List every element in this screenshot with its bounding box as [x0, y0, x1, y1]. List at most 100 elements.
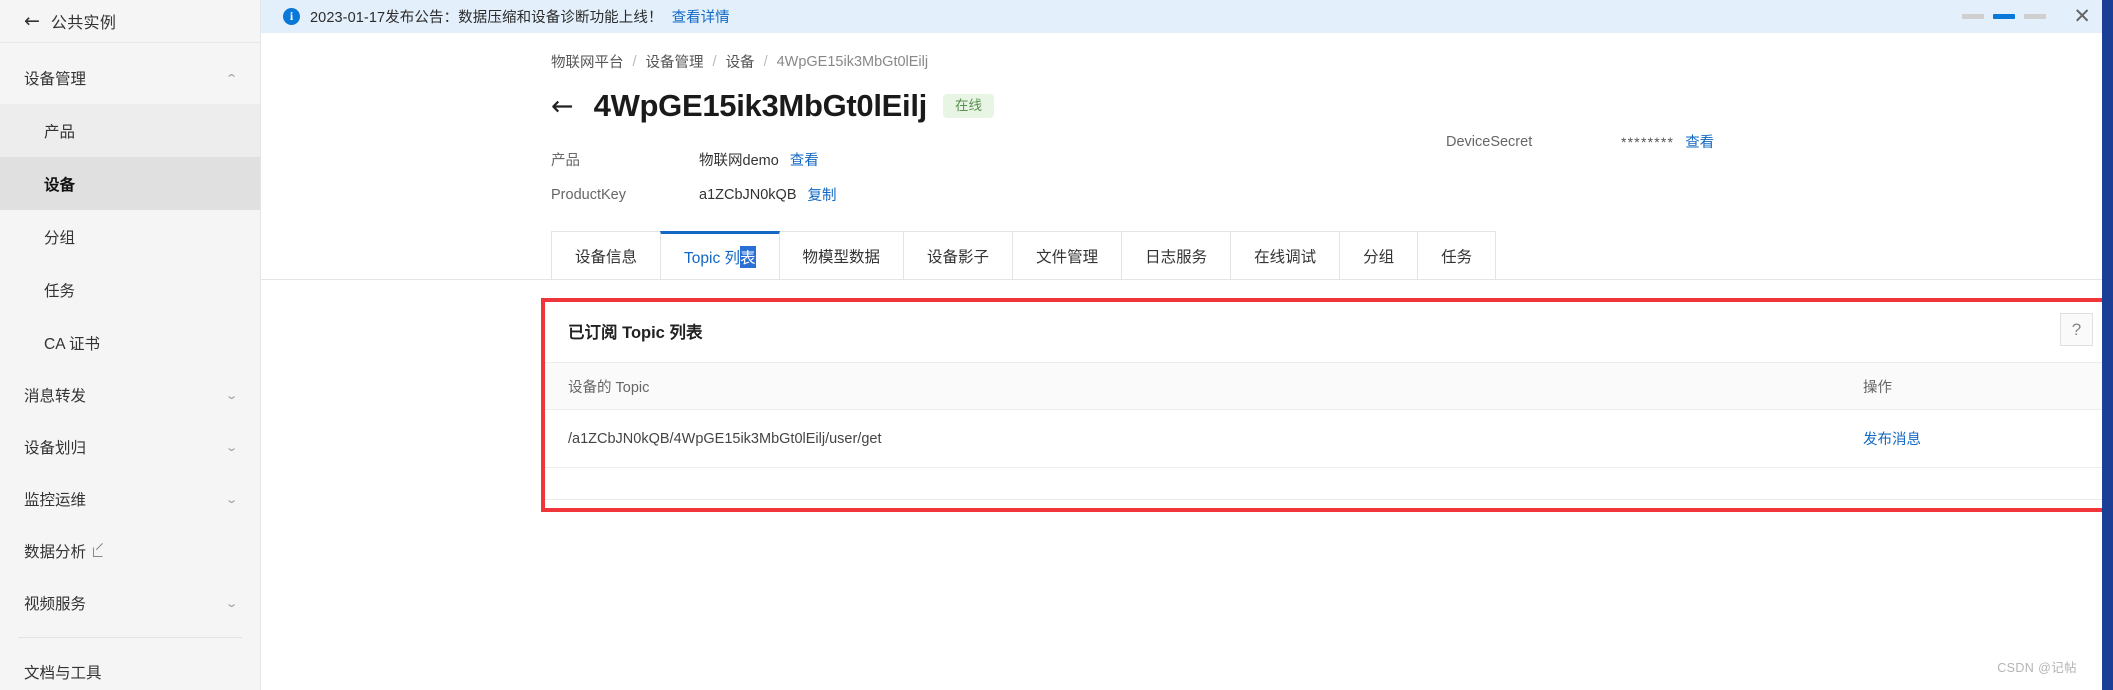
- sidebar-item-label: 设备: [44, 176, 76, 194]
- product-view-link[interactable]: 查看: [790, 149, 819, 170]
- sidebar-group-video-service[interactable]: 视频服务: [0, 577, 260, 629]
- arrow-left-icon[interactable]: ←: [551, 93, 574, 120]
- instance-name-label: 公共实例: [50, 15, 117, 32]
- sidebar-item-data-analysis[interactable]: 数据分析: [0, 525, 260, 577]
- panel-title: 已订阅 Topic 列表: [568, 324, 703, 342]
- devicesecret-value: ********: [1621, 133, 1675, 150]
- sidebar-group-label: 监控运维: [24, 492, 87, 509]
- arrow-left-icon[interactable]: ←: [24, 11, 40, 31]
- tab-label-selected-text: 表: [740, 245, 756, 268]
- sidebar-divider: [18, 637, 242, 638]
- product-label: 产品: [551, 153, 580, 169]
- breadcrumb-item-platform[interactable]: 物联网平台: [551, 51, 624, 72]
- watermark-text: CSDN @记帖: [1997, 661, 2077, 675]
- page-title: 4WpGE15ik3MbGt0lEilj: [593, 88, 928, 123]
- table-header-row: 设备的 Topic 操作: [545, 362, 2113, 410]
- chevron-down-icon: [225, 597, 238, 610]
- sidebar-group-monitoring[interactable]: 监控运维: [0, 473, 260, 525]
- table-row: /a1ZCbJN0kQB/4WpGE15ik3MbGt0lEilj/user/g…: [545, 409, 2113, 468]
- breadcrumb-item-device-management[interactable]: 设备管理: [646, 51, 704, 72]
- tab-label: 设备信息: [575, 248, 638, 266]
- announcement-text: 2023-01-17发布公告：数据压缩和设备诊断功能上线！: [310, 10, 663, 26]
- topic-panel-wrapper: 已订阅 Topic 列表 设备的 Topic 操作 /a1ZCbJN0kQB/4…: [541, 298, 2113, 512]
- info-row-devicesecret: DeviceSecret ******** 查看: [1446, 124, 1714, 159]
- status-badge: 在线: [943, 93, 994, 119]
- tab-label: 任务: [1441, 248, 1473, 266]
- sidebar-item-ca-certificate[interactable]: CA 证书: [0, 316, 260, 369]
- chevron-up-icon: [225, 72, 238, 85]
- tab-tsl-data[interactable]: 物模型数据: [778, 231, 905, 279]
- carousel-dot-1[interactable]: [1962, 14, 1985, 19]
- breadcrumb-separator: /: [632, 53, 637, 70]
- column-header-topic: 设备的 Topic: [545, 362, 1836, 410]
- breadcrumb-separator: /: [712, 53, 717, 70]
- carousel-indicators: [1962, 14, 2047, 19]
- sidebar-item-label: 分组: [44, 229, 76, 247]
- info-row-productkey: ProductKey a1ZCbJN0kQB 复制: [551, 177, 2113, 212]
- productkey-value: a1ZCbJN0kQB: [699, 186, 797, 203]
- devicesecret-view-link[interactable]: 查看: [1685, 131, 1714, 152]
- subscribed-topic-panel: 已订阅 Topic 列表 设备的 Topic 操作 /a1ZCbJN0kQB/4…: [544, 300, 2113, 500]
- tab-log-service[interactable]: 日志服务: [1121, 231, 1232, 279]
- page-scrollbar-thumb[interactable]: [2102, 0, 2113, 690]
- breadcrumb-item-devices[interactable]: 设备: [726, 51, 755, 72]
- external-link-icon: [93, 546, 104, 557]
- sidebar-nav: 设备管理 产品 设备 分组 任务 CA 证书 消息转发: [0, 43, 260, 690]
- close-icon[interactable]: ✕: [2073, 6, 2091, 27]
- tab-label: 分组: [1363, 248, 1395, 266]
- device-info-summary: 产品 物联网demo 查看 ProductKey a1ZCbJN0kQB 复制 …: [261, 124, 2113, 212]
- main-content: i 2023-01-17发布公告：数据压缩和设备诊断功能上线！ 查看详情 ✕ 物…: [261, 0, 2113, 690]
- breadcrumb-item-current: 4WpGE15ik3MbGt0lEilj: [776, 53, 929, 70]
- sidebar-item-jobs[interactable]: 任务: [0, 263, 260, 316]
- tab-file-management[interactable]: 文件管理: [1012, 231, 1123, 279]
- topic-table: 设备的 Topic 操作 /a1ZCbJN0kQB/4WpGE15ik3MbGt…: [545, 362, 2113, 468]
- sidebar-group-device-assignment[interactable]: 设备划归: [0, 421, 260, 473]
- tab-label: 日志服务: [1145, 248, 1208, 266]
- chevron-down-icon: [225, 493, 238, 506]
- sidebar-item-devices[interactable]: 设备: [0, 157, 260, 210]
- tab-online-debug[interactable]: 在线调试: [1230, 231, 1341, 279]
- cell-operation: 发布消息: [1836, 409, 2113, 468]
- instance-switcher[interactable]: ← 公共实例: [0, 0, 260, 43]
- tab-topic-list[interactable]: Topic 列表: [660, 231, 780, 279]
- sidebar-item-groups[interactable]: 分组: [0, 210, 260, 263]
- tab-jobs[interactable]: 任务: [1417, 231, 1497, 279]
- panel-footer-spacer: [545, 468, 2113, 498]
- devicesecret-label: DeviceSecret: [1446, 133, 1533, 150]
- app-root: ← 公共实例 设备管理 产品 设备 分组 任务 CA 证书: [0, 0, 2113, 690]
- publish-message-link[interactable]: 发布消息: [1863, 432, 1921, 448]
- sidebar-group-message-forwarding[interactable]: 消息转发: [0, 369, 260, 421]
- tab-groups[interactable]: 分组: [1339, 231, 1419, 279]
- sidebar-item-products[interactable]: 产品: [0, 104, 260, 157]
- tab-label: 设备影子: [927, 248, 990, 266]
- announcement-controls: ✕: [1962, 6, 2113, 27]
- column-header-operation: 操作: [1836, 362, 2113, 410]
- tab-device-info[interactable]: 设备信息: [551, 231, 662, 279]
- product-value: 物联网demo: [699, 153, 779, 169]
- sidebar-item-label: 数据分析: [24, 544, 87, 561]
- sidebar-group-label: 消息转发: [24, 388, 87, 405]
- sidebar-item-docs-and-tools[interactable]: 文档与工具: [0, 646, 260, 690]
- sidebar-item-label: 产品: [44, 123, 76, 141]
- productkey-copy-link[interactable]: 复制: [808, 184, 837, 205]
- carousel-dot-3[interactable]: [2024, 14, 2047, 19]
- chevron-down-icon: [225, 441, 238, 454]
- announcement-detail-link[interactable]: 查看详情: [672, 6, 730, 27]
- sidebar-item-label: CA 证书: [44, 335, 100, 353]
- question-mark-icon[interactable]: ?: [2060, 313, 2093, 346]
- page-content: 物联网平台 / 设备管理 / 设备 / 4WpGE15ik3MbGt0lEilj…: [261, 33, 2113, 675]
- info-row-product: 产品 物联网demo 查看: [551, 142, 2113, 177]
- cell-topic: /a1ZCbJN0kQB/4WpGE15ik3MbGt0lEilj/user/g…: [545, 409, 1836, 468]
- tab-device-shadow[interactable]: 设备影子: [903, 231, 1014, 279]
- carousel-dot-2[interactable]: [1993, 14, 2016, 19]
- sidebar-group-label: 视频服务: [24, 596, 87, 613]
- page-scrollbar[interactable]: [2102, 0, 2113, 690]
- sidebar-group-device-management[interactable]: 设备管理: [0, 52, 260, 104]
- tab-label: 文件管理: [1036, 248, 1099, 266]
- info-circle-icon: i: [283, 8, 300, 25]
- breadcrumb-separator: /: [763, 53, 768, 70]
- chevron-down-icon: [225, 389, 238, 402]
- breadcrumb: 物联网平台 / 设备管理 / 设备 / 4WpGE15ik3MbGt0lEilj: [261, 33, 2113, 72]
- topic-table-head: 设备的 Topic 操作: [545, 362, 2113, 410]
- page-header: ← 4WpGE15ik3MbGt0lEilj 在线: [261, 72, 2113, 124]
